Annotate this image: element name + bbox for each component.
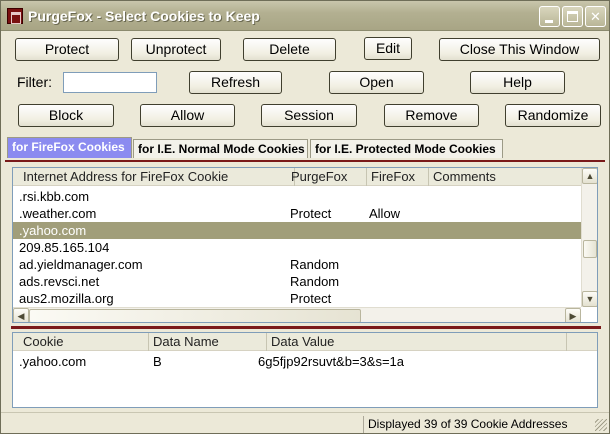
unprotect-button[interactable]: Unprotect — [131, 38, 221, 61]
scroll-down-button[interactable]: ▼ — [582, 291, 597, 307]
status-bar: Displayed 39 of 39 Cookie Addresses — [1, 412, 609, 433]
maximize-button[interactable] — [562, 6, 583, 27]
cookie-purgefox-status: Protect — [290, 206, 332, 221]
column-header-cookie[interactable]: Cookie — [19, 333, 149, 351]
cookie-detail-list[interactable]: Cookie Data Name Data Value .yahoo.com B… — [12, 332, 598, 408]
cookie-address: .rsi.kbb.com — [19, 189, 90, 204]
column-header-data-value[interactable]: Data Value — [267, 333, 567, 351]
session-button[interactable]: Session — [261, 104, 357, 127]
scroll-up-button[interactable]: ▲ — [582, 168, 597, 184]
filter-label: Filter: — [17, 74, 52, 90]
cookie-list-vertical-scrollbar[interactable]: ▲ ▼ — [581, 168, 597, 307]
detail-list-header: Cookie Data Name Data Value — [13, 333, 597, 351]
cookie-row[interactable]: 209.85.165.104 — [13, 239, 581, 256]
cookie-purgefox-status: Protect — [290, 291, 332, 306]
cookie-row[interactable]: .rsi.kbb.com — [13, 188, 581, 205]
protect-button[interactable]: Protect — [15, 38, 119, 61]
refresh-button[interactable]: Refresh — [189, 71, 282, 94]
minimize-icon — [545, 20, 553, 23]
cookie-row-selected[interactable]: .yahoo.com — [13, 222, 581, 239]
remove-button[interactable]: Remove — [384, 104, 479, 127]
arrow-left-icon: ◀ — [17, 311, 25, 321]
tab-ie-normal-mode-cookies[interactable]: for I.E. Normal Mode Cookies — [133, 139, 308, 158]
arrow-up-icon: ▲ — [585, 171, 595, 181]
resize-grip-icon[interactable] — [595, 419, 607, 431]
minimize-button[interactable] — [539, 6, 560, 27]
tab-ie-protected-mode-cookies[interactable]: for I.E. Protected Mode Cookies — [310, 139, 503, 158]
block-button[interactable]: Block — [18, 104, 114, 127]
delete-button[interactable]: Delete — [243, 38, 336, 61]
cookie-firefox-status: Allow — [369, 206, 401, 221]
close-icon: ✕ — [590, 9, 601, 24]
cookie-address: .yahoo.com — [19, 223, 87, 238]
help-button[interactable]: Help — [470, 71, 565, 94]
cookie-row[interactable]: ads.revsci.net Random — [13, 273, 581, 290]
scroll-right-button[interactable]: ▶ — [565, 308, 581, 322]
open-button[interactable]: Open — [329, 71, 424, 94]
title-bar[interactable]: PurgeFox - Select Cookies to Keep ✕ — [1, 1, 609, 31]
arrow-down-icon: ▼ — [585, 294, 595, 304]
cookie-address-list[interactable]: Internet Address for FireFox Cookie Purg… — [12, 167, 598, 323]
tab-separator — [5, 160, 605, 162]
detail-data-value: 6g5fjp92rsuvt&b=3&s=1a — [258, 354, 404, 369]
maximize-icon — [567, 11, 578, 22]
detail-data-name: B — [153, 354, 162, 369]
close-this-window-button[interactable]: Close This Window — [439, 38, 600, 61]
column-header-data-name[interactable]: Data Name — [149, 333, 267, 351]
cookie-address: aus2.mozilla.org — [19, 291, 114, 306]
column-header-firefox[interactable]: FireFox — [367, 168, 429, 186]
purgefox-app-icon[interactable] — [7, 8, 23, 24]
vertical-scroll-thumb[interactable] — [583, 240, 597, 258]
purgefox-window: PurgeFox - Select Cookies to Keep ✕ Prot… — [0, 0, 610, 434]
status-text: Displayed 39 of 39 Cookie Addresses — [363, 416, 607, 433]
cookie-address: .weather.com — [19, 206, 97, 221]
arrow-right-icon: ▶ — [569, 311, 577, 321]
allow-button[interactable]: Allow — [140, 104, 235, 127]
column-header-purgefox[interactable]: PurgeFox — [287, 168, 367, 186]
close-window-button[interactable]: ✕ — [585, 6, 606, 27]
horizontal-scroll-thumb[interactable] — [29, 309, 361, 322]
cookie-list-header: Internet Address for FireFox Cookie Purg… — [13, 168, 581, 186]
window-title: PurgeFox - Select Cookies to Keep — [28, 8, 260, 24]
cookie-address: 209.85.165.104 — [19, 240, 110, 255]
cookie-list-horizontal-scrollbar[interactable]: ◀ ▶ — [13, 307, 581, 322]
pane-splitter[interactable] — [11, 326, 601, 329]
edit-button[interactable]: Edit — [364, 37, 412, 60]
cookie-purgefox-status: Random — [290, 274, 340, 289]
filter-input[interactable] — [63, 72, 157, 93]
detail-cookie: .yahoo.com — [19, 354, 87, 369]
cookie-row[interactable]: ad.yieldmanager.com Random — [13, 256, 581, 273]
detail-row[interactable]: .yahoo.com B 6g5fjp92rsuvt&b=3&s=1a — [13, 353, 597, 370]
randomize-button[interactable]: Randomize — [505, 104, 601, 127]
column-header-address[interactable]: Internet Address for FireFox Cookie — [19, 168, 295, 186]
cookie-address: ad.yieldmanager.com — [19, 257, 143, 272]
cookie-row[interactable]: .weather.com Protect Allow — [13, 205, 581, 222]
cookie-row[interactable]: aus2.mozilla.org Protect — [13, 290, 581, 307]
cookie-address: ads.revsci.net — [19, 274, 100, 289]
cookie-purgefox-status: Random — [290, 257, 340, 272]
tab-firefox-cookies[interactable]: for FireFox Cookies — [7, 137, 132, 158]
scroll-left-button[interactable]: ◀ — [13, 308, 29, 322]
column-header-comments[interactable]: Comments — [429, 168, 581, 186]
